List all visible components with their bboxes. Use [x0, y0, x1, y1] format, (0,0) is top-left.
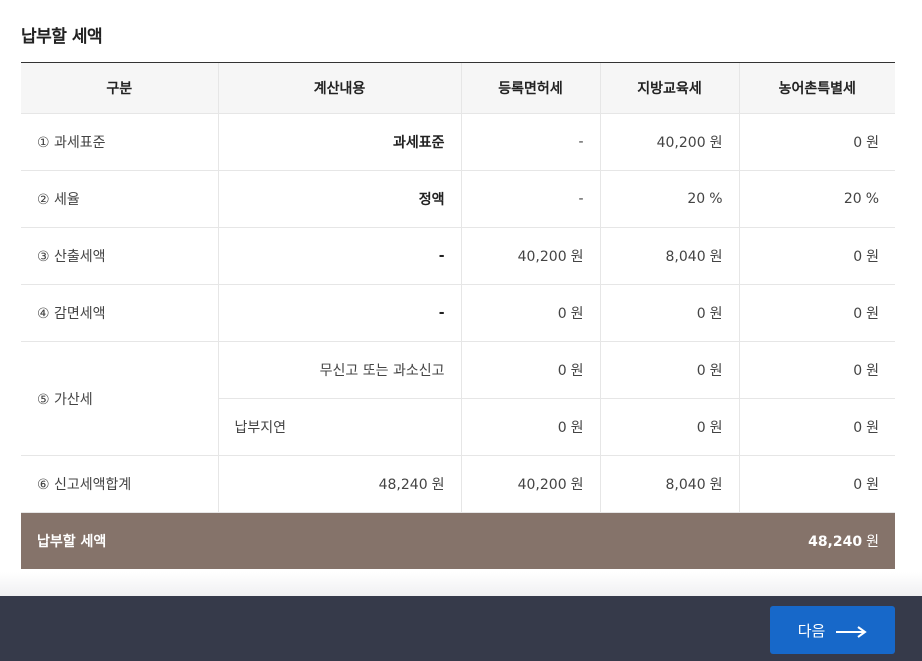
registration-tax-cell: - — [460, 113, 600, 171]
amount-unit: 원 — [866, 477, 879, 493]
header-local-education-tax: 지방교육세 — [599, 62, 739, 114]
row-label: ① 과세표준 — [21, 113, 218, 171]
amount-unit: 원 — [866, 363, 879, 379]
rural-tax-cell: 0원 — [738, 284, 895, 342]
amount-value: 0 — [696, 363, 706, 379]
total-label: 납부할 세액 — [21, 512, 218, 569]
rural-tax-cell: 0원 — [738, 341, 895, 399]
table-row: ④ 감면세액 - 0원 0원 0원 — [21, 284, 895, 342]
long-right-arrow-icon — [835, 624, 868, 638]
amount-unit: 원 — [866, 420, 879, 436]
amount-unit: 원 — [709, 420, 723, 436]
amount-value: 40,200 — [517, 249, 567, 265]
header-category: 구분 — [21, 62, 218, 114]
rural-tax-cell: 0원 — [738, 398, 895, 456]
amount-unit: 원 — [570, 477, 584, 493]
content-fade — [0, 572, 922, 596]
header-calculation: 계산내용 — [217, 62, 461, 114]
table-row: ⑤ 가산세 무신고 또는 과소신고 0원 0원 0원 — [21, 341, 895, 456]
amount-value: 0 — [853, 420, 863, 436]
amount-unit: 원 — [866, 249, 879, 265]
amount-value: 0 — [557, 306, 567, 322]
rural-tax-cell: 0원 — [738, 227, 895, 285]
amount-unit: 원 — [709, 306, 723, 322]
tax-calculation-table: 구분 계산내용 등록면허세 지방교육세 농어촌특별세 ① 과세표준 과세표준 -… — [21, 62, 895, 569]
amount-value: 8,040 — [665, 249, 706, 265]
amount-value: 40,200 — [517, 477, 567, 493]
registration-tax-cell: 0원 — [460, 284, 600, 342]
total-amount: 48,240 원 — [218, 512, 895, 569]
education-tax-cell: 0원 — [599, 341, 739, 399]
amount-value: 40,200 — [656, 135, 706, 151]
table-row: ③ 산출세액 - 40,200 원 8,040 원 0원 — [21, 227, 895, 285]
registration-tax-cell: 0원 — [460, 398, 600, 456]
registration-tax-cell: 0원 — [460, 341, 600, 399]
amount-unit: 원 — [570, 306, 584, 322]
amount-value: 0 — [696, 306, 706, 322]
footer-bar: 다음 — [0, 596, 922, 661]
table-header-row: 구분 계산내용 등록면허세 지방교육세 농어촌특별세 — [21, 62, 895, 114]
calc-content: 무신고 또는 과소신고 — [217, 341, 461, 399]
amount-value: 8,040 — [665, 477, 706, 493]
registration-tax-cell: 40,200 원 — [460, 455, 600, 513]
row-label: ③ 산출세액 — [21, 227, 218, 285]
rate-value: 20 — [687, 191, 706, 207]
table-row: ① 과세표준 과세표준 - 40,200 원 0원 — [21, 113, 895, 171]
education-tax-cell: 0원 — [599, 398, 739, 456]
calc-content: - — [217, 227, 461, 285]
amount-value: 0 — [853, 135, 863, 151]
education-tax-cell: 20% — [599, 170, 739, 228]
amount-value: 0 — [853, 477, 863, 493]
next-button[interactable]: 다음 — [770, 606, 895, 654]
tax-payment-page: 납부할 세액 구분 계산내용 등록면허세 지방교육세 농어촌특별세 ① 과세표준… — [0, 0, 922, 661]
calc-content: 과세표준 — [217, 113, 461, 171]
registration-tax-cell: 40,200 원 — [460, 227, 600, 285]
row-label: ② 세율 — [21, 170, 218, 228]
amount-unit: 원 — [709, 249, 723, 265]
amount-unit: 원 — [570, 420, 584, 436]
education-tax-cell: 8,040 원 — [599, 227, 739, 285]
registration-tax-cell: - — [460, 170, 600, 228]
section-title: 납부할 세액 — [21, 27, 103, 47]
amount-unit: 원 — [570, 363, 584, 379]
table-row: ⑥ 신고세액합계 48,240 원 40,200 원 8,040 원 0원 — [21, 455, 895, 513]
amount-unit: 원 — [866, 306, 879, 322]
amount-value: 0 — [557, 420, 567, 436]
amount-value: 0 — [557, 363, 567, 379]
amount-value: 48,240 — [378, 477, 428, 493]
amount-unit: 원 — [709, 363, 723, 379]
education-tax-cell: 8,040 원 — [599, 455, 739, 513]
rural-tax-cell: 20% — [738, 170, 895, 228]
education-tax-cell: 0원 — [599, 284, 739, 342]
rural-tax-cell: 0원 — [738, 455, 895, 513]
header-registration-license-tax: 등록면허세 — [460, 62, 600, 114]
amount-value: 0 — [696, 420, 706, 436]
rate-unit: % — [709, 191, 723, 207]
total-unit: 원 — [866, 534, 879, 550]
rate-value: 20 — [843, 191, 862, 207]
amount-unit: 원 — [431, 477, 445, 493]
row-label: ⑤ 가산세 — [21, 341, 218, 456]
amount-value: 0 — [853, 306, 863, 322]
amount-unit: 원 — [709, 477, 723, 493]
rural-tax-cell: 0원 — [738, 113, 895, 171]
table-row: ② 세율 정액 - 20% 20% — [21, 170, 895, 228]
amount-unit: 원 — [709, 135, 723, 151]
next-button-label: 다음 — [797, 621, 826, 640]
calc-content: 정액 — [217, 170, 461, 228]
row-label: ④ 감면세액 — [21, 284, 218, 342]
total-row: 납부할 세액 48,240 원 — [21, 512, 895, 569]
row-label: ⑥ 신고세액합계 — [21, 455, 218, 513]
amount-unit: 원 — [570, 249, 584, 265]
rate-unit: % — [865, 191, 879, 207]
amount-value: 0 — [853, 363, 863, 379]
total-value: 48,240 — [808, 534, 863, 550]
calc-content: - — [217, 284, 461, 342]
education-tax-cell: 40,200 원 — [599, 113, 739, 171]
calc-content: 납부지연 — [217, 398, 461, 456]
header-rural-special-tax: 농어촌특별세 — [738, 62, 895, 114]
amount-value: 0 — [853, 249, 863, 265]
calc-content: 48,240 원 — [217, 455, 461, 513]
amount-unit: 원 — [866, 135, 879, 151]
